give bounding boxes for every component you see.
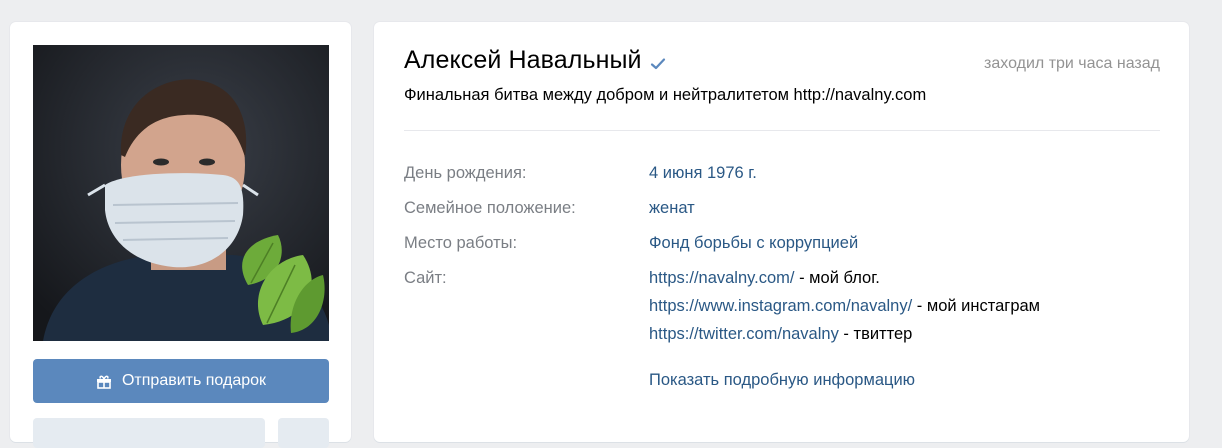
info-row-birthday: День рождения: 4 июня 1976 г. bbox=[404, 159, 1040, 187]
profile-info-list: День рождения: 4 июня 1976 г. Семейное п… bbox=[404, 159, 1040, 355]
site-desc-blog: - мой блог. bbox=[794, 269, 880, 287]
site-link-instagram[interactable]: https://www.instagram.com/navalny/ bbox=[649, 297, 912, 315]
site-item: https://www.instagram.com/navalny/ - мой… bbox=[649, 292, 1040, 320]
gift-icon bbox=[96, 373, 112, 389]
info-row-relationship: Семейное положение: женат bbox=[404, 194, 1040, 222]
more-actions-button[interactable] bbox=[278, 418, 329, 448]
site-link-blog[interactable]: https://navalny.com/ bbox=[649, 269, 795, 287]
divider bbox=[404, 130, 1160, 131]
info-row-work: Место работы: Фонд борьбы с коррупцией bbox=[404, 229, 1040, 257]
site-desc-twitter: - твиттер bbox=[838, 325, 913, 343]
work-value[interactable]: Фонд борьбы с коррупцией bbox=[649, 229, 858, 257]
last-seen-status: заходил три часа назад bbox=[984, 55, 1160, 72]
birthday-label: День рождения: bbox=[404, 164, 527, 182]
send-gift-label: Отправить подарок bbox=[121, 372, 267, 389]
birthday-value[interactable]: 4 июня 1976 г. bbox=[649, 159, 757, 187]
site-links: https://navalny.com/ - мой блог. https:/… bbox=[649, 264, 1040, 348]
profile-info-card: Алексей Навальный заходил три часа назад… bbox=[374, 22, 1189, 442]
profile-photo-card: Отправить подарок bbox=[10, 22, 351, 448]
site-link-twitter[interactable]: https://twitter.com/navalny bbox=[649, 325, 839, 343]
profile-status: Финальная битва между добром и нейтралит… bbox=[404, 86, 927, 104]
show-details-link[interactable]: Показать подробную информацию bbox=[649, 371, 915, 390]
site-label: Сайт: bbox=[404, 269, 447, 287]
name-row: Алексей Навальный bbox=[404, 46, 666, 75]
send-gift-button[interactable]: Отправить подарок bbox=[33, 359, 329, 403]
relationship-label: Семейное положение: bbox=[404, 199, 576, 217]
avatar[interactable] bbox=[33, 45, 329, 341]
info-row-site: Сайт: https://navalny.com/ - мой блог. h… bbox=[404, 264, 1040, 348]
verified-check-icon[interactable] bbox=[650, 57, 666, 71]
relationship-value[interactable]: женат bbox=[649, 194, 695, 222]
site-item: https://twitter.com/navalny - твиттер bbox=[649, 320, 1040, 348]
profile-name: Алексей Навальный bbox=[404, 46, 642, 74]
site-desc-instagram: - мой инстаграм bbox=[912, 297, 1041, 315]
work-label: Место работы: bbox=[404, 234, 518, 252]
secondary-action-button[interactable] bbox=[33, 418, 265, 448]
site-item: https://navalny.com/ - мой блог. bbox=[649, 264, 1040, 292]
